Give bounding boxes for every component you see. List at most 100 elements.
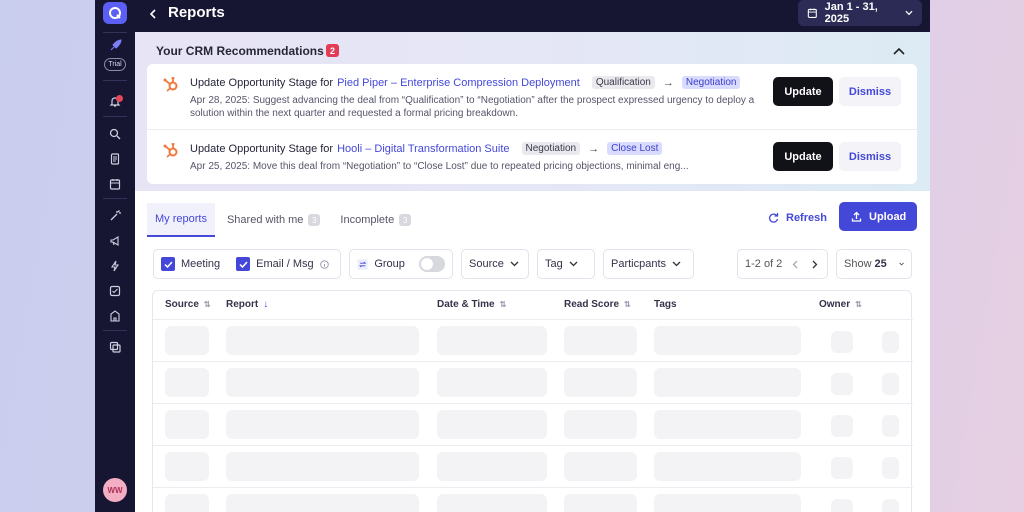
search-icon[interactable] bbox=[107, 126, 123, 142]
meeting-checkbox[interactable] bbox=[161, 257, 175, 271]
group-toggle[interactable] bbox=[418, 256, 445, 272]
source-label: Source bbox=[469, 258, 504, 270]
copy-icon[interactable] bbox=[107, 339, 123, 355]
user-avatar[interactable]: WW bbox=[103, 478, 127, 502]
recommendation-item: Update Opportunity Stage for Hooli – Dig… bbox=[147, 129, 917, 189]
skeleton-cell bbox=[882, 415, 899, 437]
skeleton-cell bbox=[165, 452, 209, 481]
tab-shared-with-me[interactable]: Shared with me 3 bbox=[219, 203, 328, 237]
chevron-left-icon[interactable] bbox=[792, 260, 799, 269]
hubspot-icon bbox=[162, 141, 180, 159]
document-icon[interactable] bbox=[107, 151, 123, 167]
column-header-read-score[interactable]: Read Score ⇅ bbox=[564, 299, 631, 310]
megaphone-icon[interactable] bbox=[107, 233, 123, 249]
table-row-skeleton bbox=[153, 362, 913, 404]
magic-wand-icon[interactable] bbox=[107, 208, 123, 224]
recommendation-heading: Update Opportunity Stage for Hooli – Dig… bbox=[190, 142, 663, 155]
arrow-right-icon: → bbox=[588, 142, 600, 155]
upload-label: Upload bbox=[869, 210, 907, 223]
source-dropdown[interactable]: Source bbox=[461, 249, 529, 279]
tab-incomplete[interactable]: Incomplete 3 bbox=[332, 203, 419, 237]
column-header-report[interactable]: Report ↓ bbox=[226, 299, 268, 310]
update-button[interactable]: Update bbox=[773, 142, 833, 171]
checklist-icon[interactable] bbox=[107, 283, 123, 299]
collapse-recommendations-button[interactable] bbox=[891, 43, 907, 59]
upload-icon bbox=[851, 211, 862, 222]
chevron-down-icon bbox=[672, 261, 681, 267]
skeleton-cell bbox=[564, 368, 637, 397]
skeleton-cell bbox=[226, 326, 419, 355]
chevron-down-icon bbox=[569, 261, 578, 267]
skeleton-cell bbox=[437, 368, 547, 397]
date-range-label: Jan 1 - 31, 2025 bbox=[824, 1, 878, 25]
sidebar: Trial WW bbox=[95, 0, 135, 512]
sort-desc-icon: ↓ bbox=[263, 299, 269, 310]
recommendation-prefix: Update Opportunity Stage for bbox=[190, 76, 334, 89]
group-label: Group bbox=[374, 258, 405, 270]
skeleton-cell bbox=[165, 326, 209, 355]
skeleton-cell bbox=[882, 331, 899, 353]
dismiss-button[interactable]: Dismiss bbox=[839, 77, 901, 106]
tag-dropdown[interactable]: Tag bbox=[537, 249, 595, 279]
tab-my-reports[interactable]: My reports bbox=[147, 203, 215, 237]
skeleton-cell bbox=[226, 368, 419, 397]
recommendation-prefix: Update Opportunity Stage for bbox=[190, 142, 334, 155]
skeleton-cell bbox=[437, 452, 547, 481]
app-logo[interactable] bbox=[103, 2, 127, 24]
upload-button[interactable]: Upload bbox=[839, 202, 917, 231]
page-size-dropdown[interactable]: Show 25 bbox=[836, 249, 912, 279]
skeleton-cell bbox=[654, 368, 801, 397]
skeleton-cell bbox=[654, 326, 801, 355]
skeleton-cell bbox=[654, 452, 801, 481]
deal-link[interactable]: Pied Piper – Enterprise Compression Depl… bbox=[337, 77, 580, 89]
group-toggle-filter[interactable]: Group bbox=[349, 249, 453, 279]
skeleton-cell bbox=[831, 457, 853, 479]
chevron-down-icon bbox=[510, 261, 519, 267]
page-title: Reports bbox=[168, 4, 225, 21]
recommendation-description: Apr 25, 2025: Move this deal from “Negot… bbox=[190, 161, 689, 172]
recommendation-item: Update Opportunity Stage for Pied Piper … bbox=[147, 64, 917, 124]
rocket-icon[interactable] bbox=[107, 37, 123, 53]
column-header-owner[interactable]: Owner ⇅ bbox=[819, 299, 862, 310]
column-header-date-time[interactable]: Date & Time ⇅ bbox=[437, 299, 506, 310]
column-header-source[interactable]: Source ⇅ bbox=[165, 299, 211, 310]
sidebar-divider bbox=[103, 330, 127, 331]
participants-dropdown[interactable]: Particpants bbox=[603, 249, 694, 279]
skeleton-cell bbox=[437, 410, 547, 439]
skeleton-cell bbox=[654, 494, 801, 512]
tab-label: Shared with me bbox=[226, 214, 304, 226]
tab-count-badge: 3 bbox=[399, 214, 412, 226]
date-range-picker[interactable]: Jan 1 - 31, 2025 bbox=[798, 0, 922, 26]
app-window: Trial WW Reports Jan 1 - 31, 2025 Your C… bbox=[95, 0, 930, 512]
sidebar-divider bbox=[103, 116, 127, 117]
chevron-down-icon bbox=[905, 10, 913, 16]
refresh-icon bbox=[769, 213, 779, 223]
report-tabs: My reports Shared with me 3 Incomplete 3 bbox=[147, 203, 423, 237]
swap-icon bbox=[357, 258, 368, 270]
calendar-icon bbox=[807, 8, 817, 18]
skeleton-cell bbox=[564, 410, 637, 439]
skeleton-cell bbox=[226, 452, 419, 481]
refresh-button[interactable]: Refresh bbox=[760, 204, 836, 231]
back-button[interactable] bbox=[145, 6, 161, 22]
meeting-label: Meeting bbox=[181, 258, 221, 270]
crm-recommendations-panel: Your CRM Recommendations 2 Update Opport… bbox=[135, 32, 930, 191]
pagination-control: 1-2 of 2 bbox=[737, 249, 828, 279]
participants-label: Particpants bbox=[611, 258, 667, 270]
lightning-icon[interactable] bbox=[107, 258, 123, 274]
email-msg-checkbox[interactable] bbox=[236, 257, 251, 271]
table-row-skeleton bbox=[153, 320, 913, 362]
sort-icon: ⇅ bbox=[499, 300, 507, 309]
deal-link[interactable]: Hooli – Digital Transformation Suite bbox=[337, 143, 509, 155]
skeleton-cell bbox=[831, 331, 853, 353]
sort-icon: ⇅ bbox=[203, 300, 211, 309]
dismiss-button[interactable]: Dismiss bbox=[839, 142, 901, 171]
type-filter-group: Meeting Email / Msg bbox=[153, 249, 341, 279]
building-icon[interactable] bbox=[107, 308, 123, 324]
skeleton-cell bbox=[831, 373, 853, 395]
table-header: Source ⇅ Report ↓ Date & Time ⇅ Read Score ⇅… bbox=[153, 291, 913, 320]
chevron-right-icon[interactable] bbox=[811, 260, 818, 269]
calendar-icon[interactable] bbox=[107, 176, 123, 192]
sidebar-divider bbox=[103, 32, 127, 33]
update-button[interactable]: Update bbox=[773, 77, 833, 106]
